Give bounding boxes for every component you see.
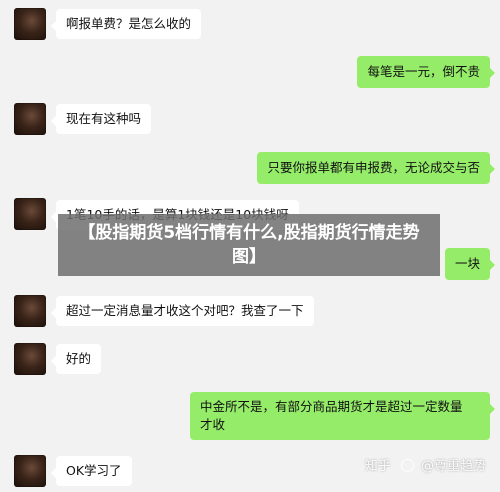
contact-avatar[interactable] xyxy=(14,103,46,135)
message-text: 每笔是一元，倒不贵 xyxy=(367,64,480,79)
message-bubble-incoming: 啊报单费？是怎么收的 xyxy=(50,9,202,39)
article-title: 【股指期货5档行情有什么,股指期货行情走势图】 xyxy=(78,223,420,267)
contact-avatar[interactable] xyxy=(14,198,46,230)
contact-avatar[interactable] xyxy=(14,343,46,375)
message-text: 好的 xyxy=(66,351,92,366)
message-bubble-outgoing: 每笔是一元，倒不贵 xyxy=(357,56,495,88)
zhihu-user-icon xyxy=(400,459,414,472)
message-text: 只要你报单都有申报费，无论成交与否 xyxy=(267,160,480,175)
contact-avatar[interactable] xyxy=(14,8,46,40)
message-text: 一块 xyxy=(454,256,480,271)
message-text-line-2: 才收 xyxy=(200,417,226,432)
zhihu-watermark: 知乎 @尊重趋势 xyxy=(365,455,486,474)
message-text: 现在有这种吗 xyxy=(66,111,142,126)
contact-avatar[interactable] xyxy=(14,455,46,487)
message-bubble-incoming: OK学习了 xyxy=(51,456,132,486)
watermark-author: @尊重趋势 xyxy=(420,459,486,474)
watermark-site: 知乎 xyxy=(364,459,391,474)
message-bubble-incoming: 现在有这种吗 xyxy=(50,104,152,134)
message-bubble-outgoing: 一块 xyxy=(444,248,496,280)
message-text: 啊报单费？是怎么收的 xyxy=(66,16,192,31)
article-title-banner: 【股指期货5档行情有什么,股指期货行情走势图】 xyxy=(58,214,440,276)
contact-avatar[interactable] xyxy=(14,295,46,327)
message-bubble-outgoing: 中金所不是，有部分商品期货才是超过一定数量 才收 xyxy=(190,392,495,440)
message-text: OK学习了 xyxy=(66,463,122,478)
message-text-line-1: 中金所不是，有部分商品期货才是超过一定数量 xyxy=(200,399,463,414)
message-bubble-outgoing: 只要你报单都有申报费，无论成交与否 xyxy=(257,152,495,184)
message-bubble-incoming: 超过一定消息量才收这个对吧？我查了一下 xyxy=(51,296,314,326)
message-bubble-incoming: 好的 xyxy=(50,344,102,374)
message-text: 超过一定消息量才收这个对吧？我查了一下 xyxy=(66,303,304,318)
